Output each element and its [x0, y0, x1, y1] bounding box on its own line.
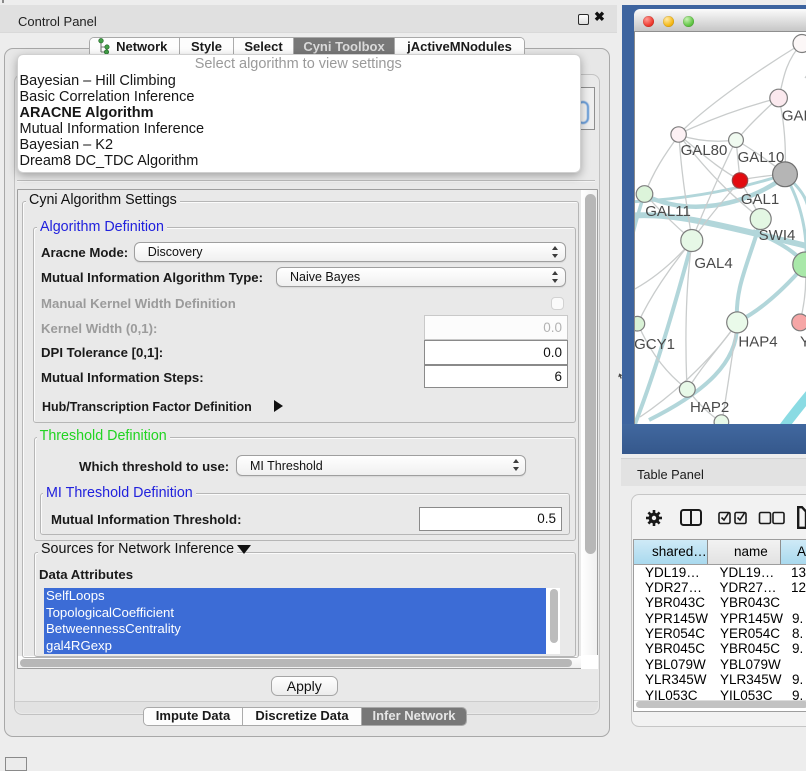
svg-text:GAL80: GAL80: [681, 142, 728, 159]
svg-text:HAP2: HAP2: [690, 399, 729, 416]
svg-text:GAL4: GAL4: [694, 255, 732, 272]
svg-text:GAL7: GAL7: [782, 108, 806, 125]
svg-text:HAP4: HAP4: [738, 334, 777, 351]
svg-text:YML: YML: [800, 334, 806, 351]
svg-text:GAL10: GAL10: [738, 149, 785, 166]
svg-text:GAL1: GAL1: [741, 191, 779, 208]
svg-text:SWI4: SWI4: [759, 227, 796, 244]
svg-text:GCY1: GCY1: [635, 336, 675, 353]
svg-text:GAL11: GAL11: [645, 203, 691, 220]
